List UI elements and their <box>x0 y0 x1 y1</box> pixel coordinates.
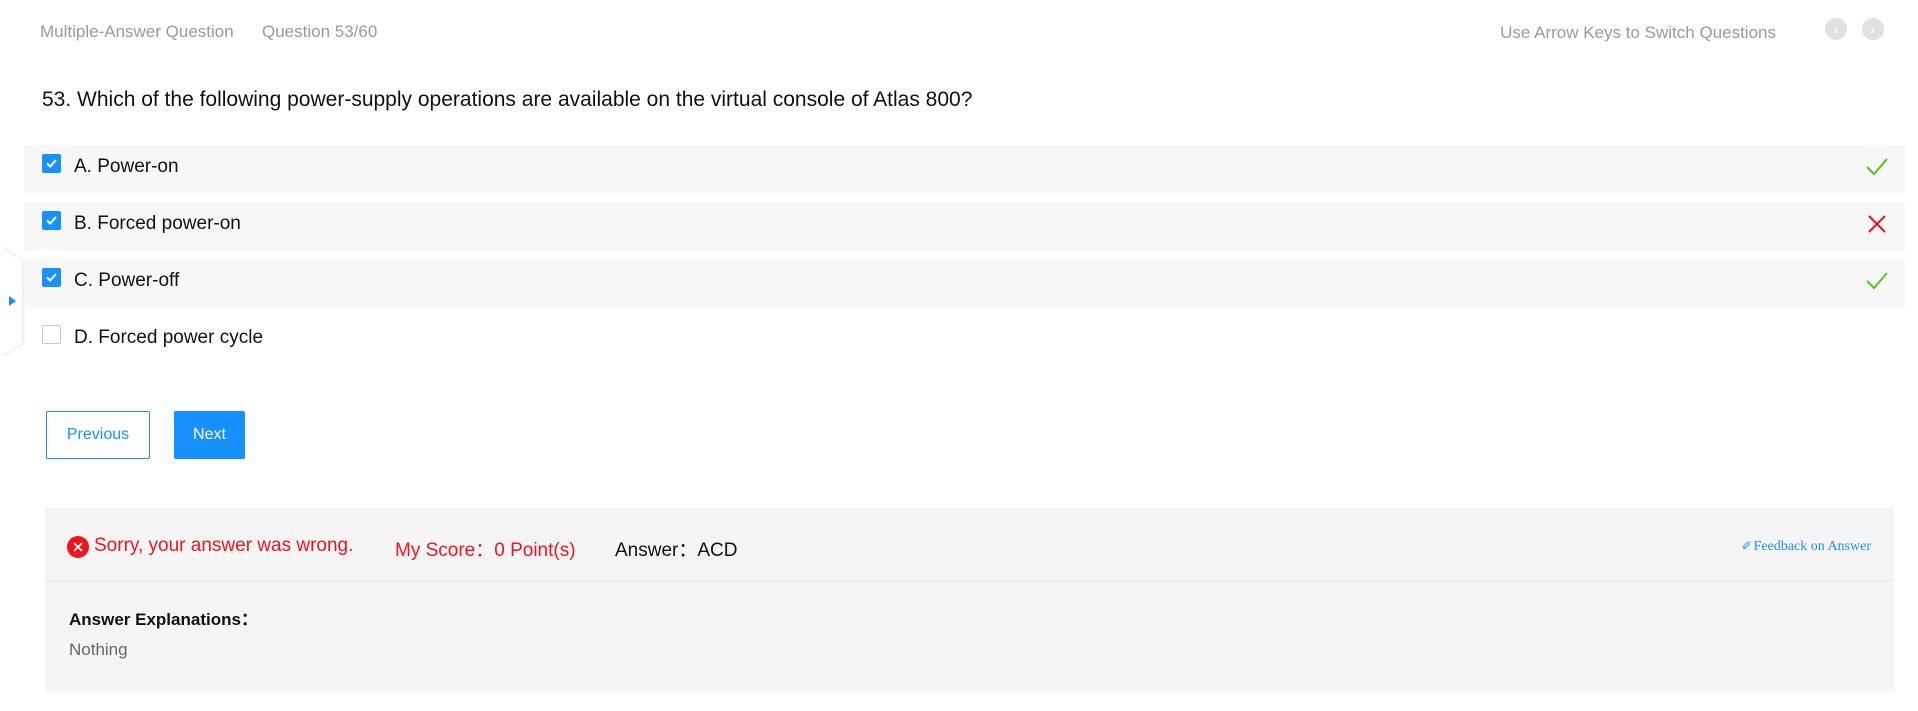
question-type-label: Multiple-Answer Question <box>40 22 234 41</box>
question-counter: Question 53/60 <box>262 22 378 41</box>
option-label: B. Forced power-on <box>74 213 241 234</box>
nav-hint-text: Use Arrow Keys to Switch Questions <box>1500 23 1776 42</box>
error-icon <box>67 536 89 558</box>
feedback-link[interactable]: ✐ Feedback on Answer <box>1742 539 1871 555</box>
option-label: A. Power-on <box>74 156 179 177</box>
explanation-title: Answer Explanations： <box>69 610 258 629</box>
checkbox-unchecked[interactable] <box>42 325 61 344</box>
cross-icon <box>1868 215 1886 233</box>
feedback-link-label: Feedback on Answer <box>1753 539 1871 554</box>
explanation-body: Nothing <box>69 640 128 659</box>
check-icon <box>1866 158 1888 176</box>
chevron-right-icon[interactable]: › <box>1862 18 1884 40</box>
question-text: 53. Which of the following power-supply … <box>42 88 973 111</box>
previous-button[interactable]: Previous <box>46 411 150 459</box>
correct-answer-text: Answer：ACD <box>615 540 738 561</box>
chevron-left-icon[interactable]: ‹ <box>1825 18 1847 40</box>
checkbox-checked[interactable] <box>42 268 61 287</box>
result-status-text: Sorry, your answer was wrong. <box>94 535 354 556</box>
check-icon <box>1866 272 1888 290</box>
checkbox-checked[interactable] <box>42 211 61 230</box>
pen-icon: ✐ <box>1741 539 1752 553</box>
option-a[interactable]: A. Power-on <box>24 145 1905 193</box>
option-b[interactable]: B. Forced power-on <box>24 202 1905 250</box>
option-c[interactable]: C. Power-off <box>24 259 1905 307</box>
option-d[interactable]: D. Forced power cycle <box>24 316 1905 364</box>
score-text: My Score：0 Point(s) <box>395 540 576 561</box>
result-panel: Sorry, your answer was wrong. My Score：0… <box>45 507 1894 691</box>
option-label: C. Power-off <box>74 270 180 291</box>
next-button[interactable]: Next <box>174 411 245 459</box>
divider <box>45 580 1894 581</box>
question-header: Multiple-Answer Question Question 53/60 … <box>0 0 1918 62</box>
option-label: D. Forced power cycle <box>74 327 264 348</box>
checkbox-checked[interactable] <box>42 154 61 173</box>
